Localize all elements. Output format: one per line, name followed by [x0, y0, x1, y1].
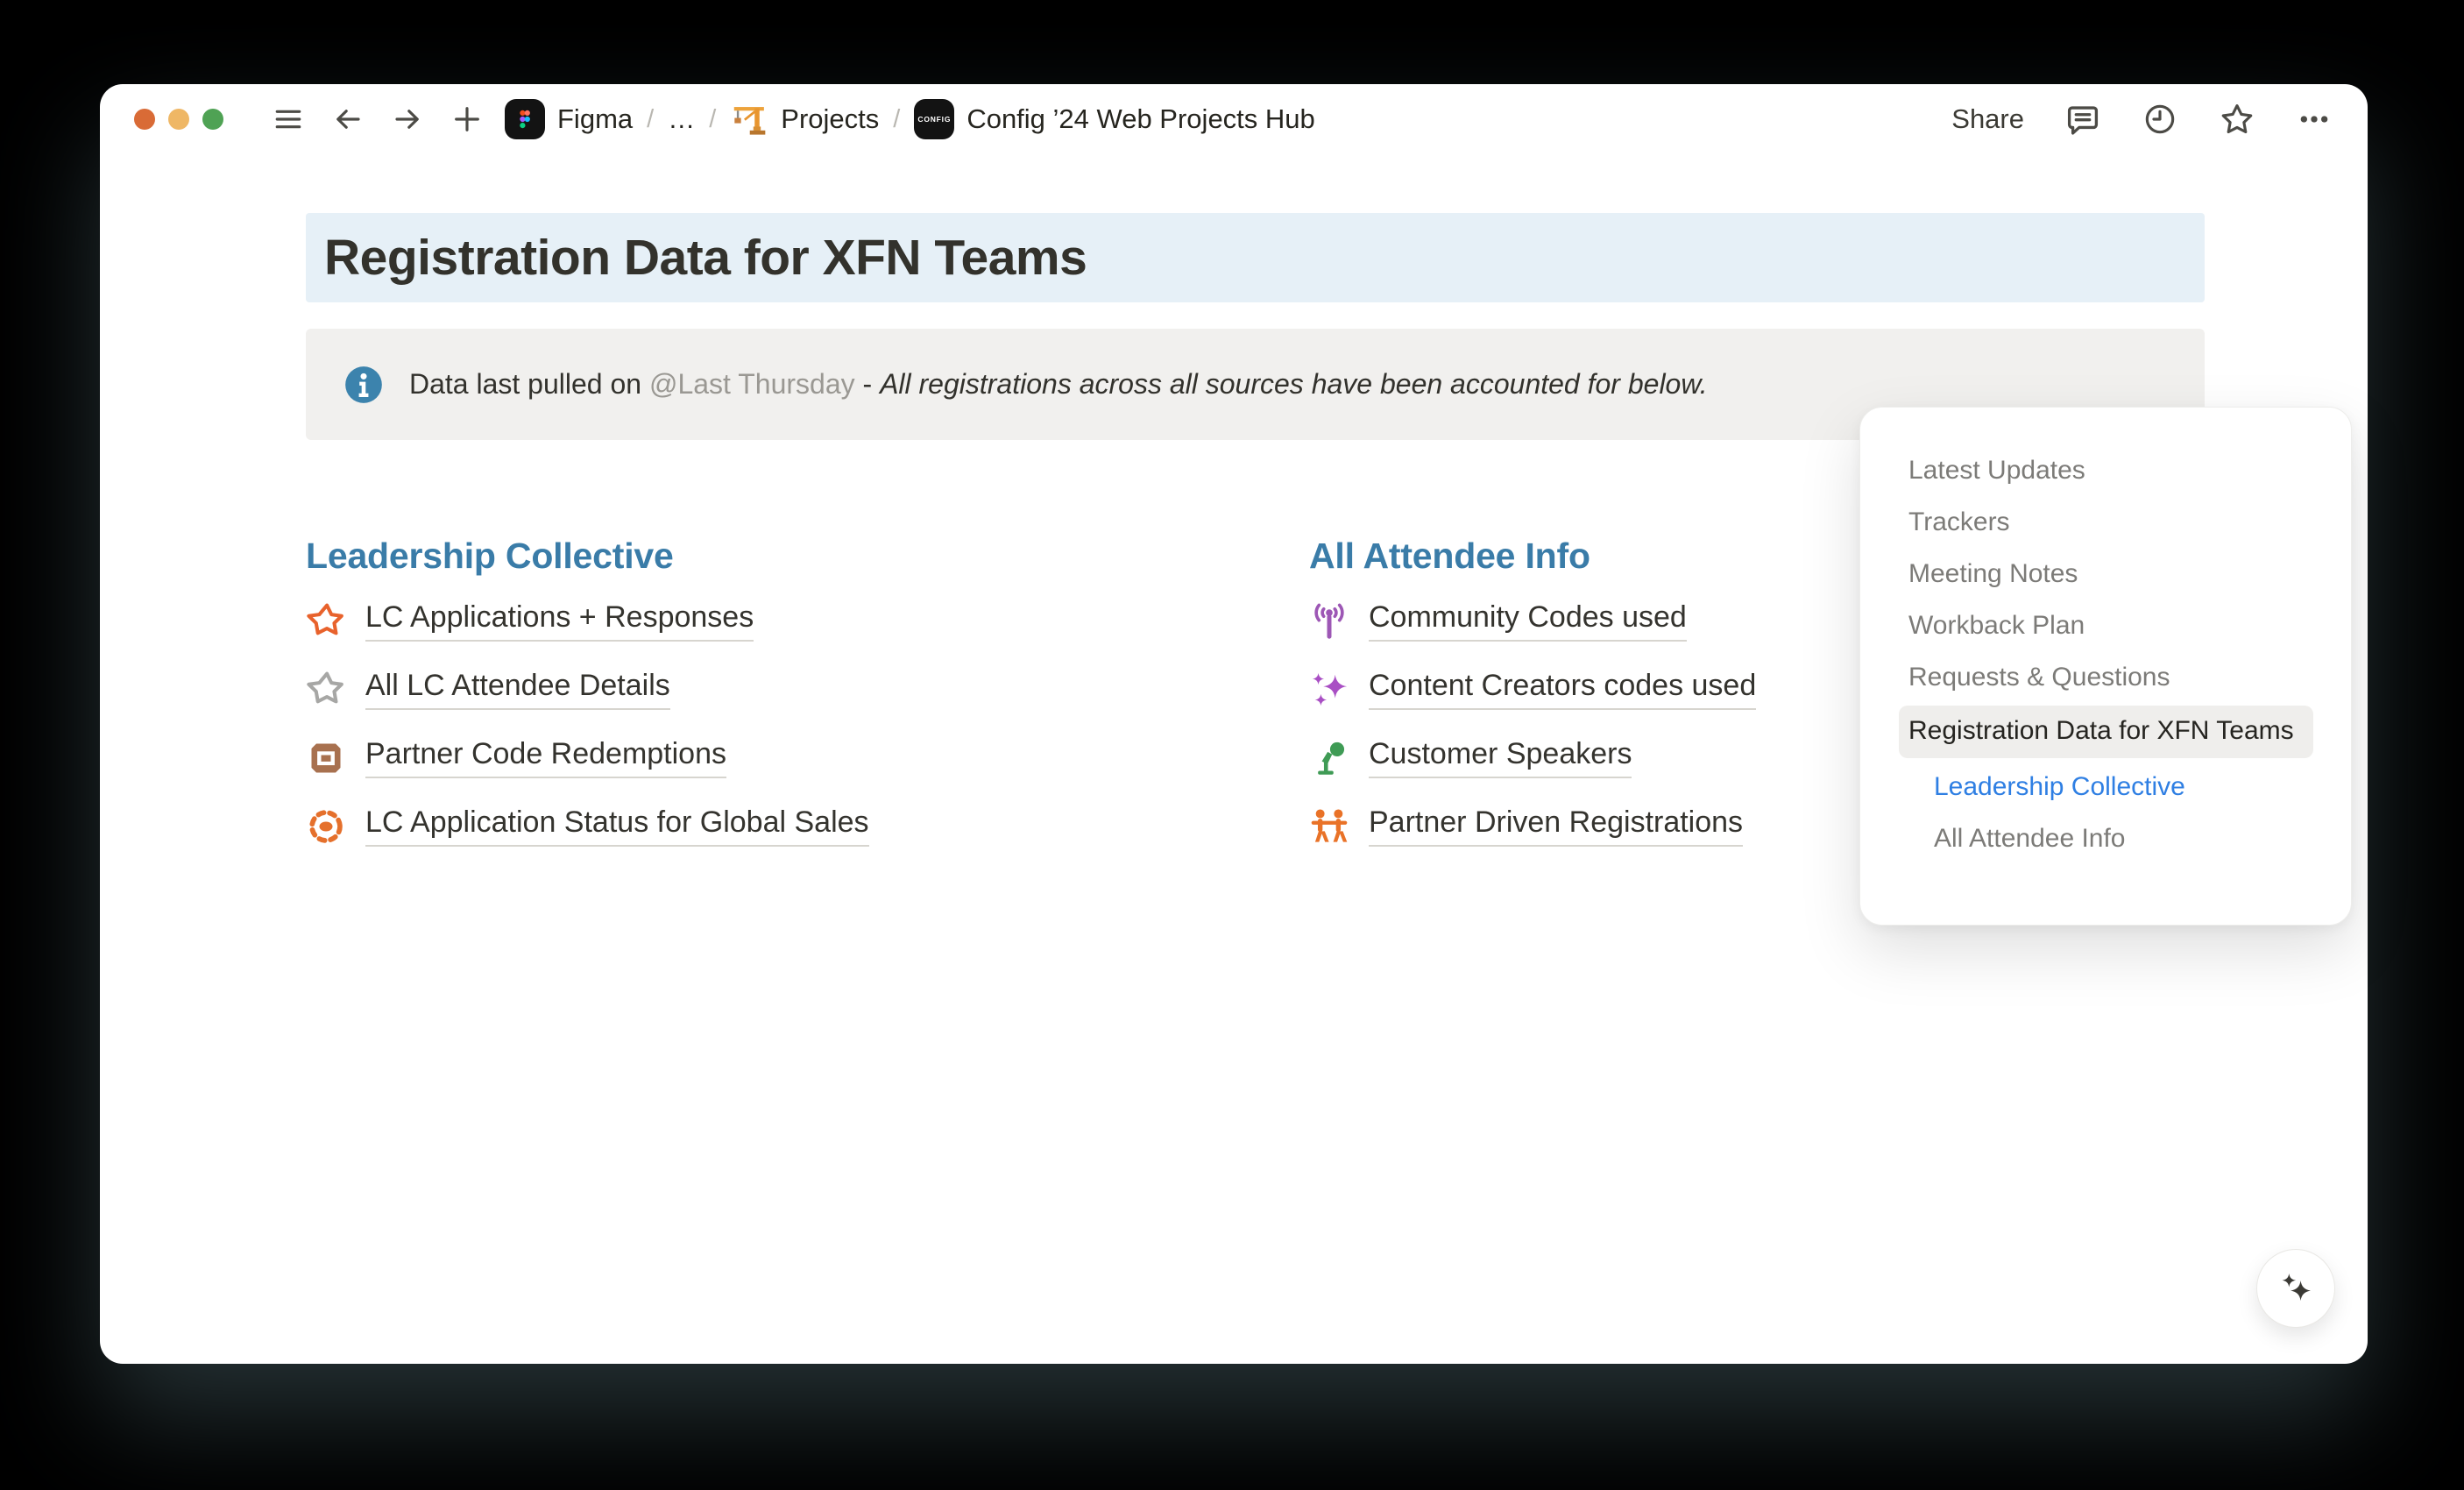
page-link[interactable]: Customer Speakers: [1369, 738, 1632, 778]
more-options-button[interactable]: [2296, 101, 2333, 138]
breadcrumb-collapsed[interactable]: …: [668, 103, 695, 135]
star-icon: [2219, 101, 2255, 138]
history-button[interactable]: [2142, 101, 2178, 138]
plus-icon: [451, 103, 483, 135]
minimize-window-button[interactable]: [168, 109, 189, 130]
toc-item-requests-questions[interactable]: Requests & Questions: [1908, 651, 2316, 703]
section-leadership-collective: Leadership Collective LC Applications + …: [306, 535, 1309, 861]
page-link[interactable]: All LC Attendee Details: [365, 670, 670, 710]
ellipsis-icon: [2297, 102, 2332, 137]
toc-item-meeting-notes[interactable]: Meeting Notes: [1908, 548, 2316, 600]
back-button[interactable]: [331, 103, 365, 136]
callout-date-mention[interactable]: @Last Thursday: [649, 368, 855, 400]
page-link-row[interactable]: Partner Code Redemptions: [306, 724, 1309, 792]
breadcrumb-separator: /: [707, 105, 718, 134]
callout-separator: -: [855, 368, 880, 400]
forward-button[interactable]: [391, 103, 424, 136]
page-link-row[interactable]: All LC Attendee Details: [306, 656, 1309, 724]
purple-sparkles-icon: [1309, 670, 1349, 710]
comment-icon: [2064, 101, 2101, 138]
page-link[interactable]: Partner Driven Registrations: [1369, 806, 1743, 847]
window-toolbar: Figma / … / Projects / CONFIG Config ’24…: [100, 95, 2368, 144]
config-badge-text: CONFIG: [917, 115, 951, 124]
page-link[interactable]: Community Codes used: [1369, 601, 1687, 642]
page-link[interactable]: LC Applications + Responses: [365, 601, 754, 642]
orange-people-icon: [1309, 806, 1349, 847]
clock-icon: [2142, 102, 2177, 137]
breadcrumb: Figma / … / Projects / CONFIG Config ’24…: [505, 99, 1315, 139]
figma-logo-icon: [505, 99, 545, 139]
toc-item-workback-plan[interactable]: Workback Plan: [1908, 600, 2316, 651]
info-icon: [342, 363, 386, 407]
share-button[interactable]: Share: [1951, 103, 2024, 135]
sparkles-icon: [2276, 1268, 2316, 1309]
toc-item-latest-updates[interactable]: Latest Updates: [1908, 444, 2316, 496]
page-link-row[interactable]: LC Application Status for Global Sales: [306, 792, 1309, 861]
breadcrumb-app[interactable]: Figma: [557, 103, 633, 135]
page-link[interactable]: Partner Code Redemptions: [365, 738, 726, 778]
breadcrumb-separator: /: [645, 105, 655, 134]
page-link[interactable]: LC Application Status for Global Sales: [365, 806, 869, 847]
page-title-highlight: Registration Data for XFN Teams: [306, 213, 2205, 302]
orange-star-icon: [306, 601, 346, 642]
breadcrumb-separator: /: [891, 105, 902, 134]
zoom-window-button[interactable]: [202, 109, 223, 130]
page-title: Registration Data for XFN Teams: [324, 229, 1087, 287]
toc-subitem-all-attendee-info[interactable]: All Attendee Info: [1934, 812, 2316, 864]
orange-dotted-circle-icon: [306, 806, 346, 847]
new-tab-button[interactable]: [450, 103, 484, 136]
config-badge-icon: CONFIG: [914, 99, 954, 139]
favorite-button[interactable]: [2219, 101, 2255, 138]
green-microphone-icon: [1309, 738, 1349, 778]
table-of-contents-panel: Latest Updates Trackers Meeting Notes Wo…: [1859, 407, 2352, 926]
callout-text: Data last pulled on: [409, 368, 649, 400]
toc-item-registration-data-active[interactable]: Registration Data for XFN Teams: [1899, 706, 2313, 758]
ai-assistant-button[interactable]: [2256, 1249, 2335, 1328]
close-window-button[interactable]: [134, 109, 155, 130]
toc-item-trackers[interactable]: Trackers: [1908, 496, 2316, 548]
purple-antenna-icon: [1309, 601, 1349, 642]
comments-button[interactable]: [2064, 101, 2101, 138]
sidebar-menu-button[interactable]: [272, 103, 305, 136]
breadcrumb-projects[interactable]: Projects: [781, 103, 879, 135]
arrow-right-icon: [392, 103, 423, 135]
page-link[interactable]: Content Creators codes used: [1369, 670, 1756, 710]
brown-frame-icon: [306, 738, 346, 778]
page-link-row[interactable]: LC Applications + Responses: [306, 587, 1309, 656]
hamburger-icon: [273, 103, 304, 135]
traffic-lights: [134, 109, 223, 130]
callout-note: All registrations across all sources hav…: [880, 368, 1708, 400]
section-heading: Leadership Collective: [306, 535, 1309, 577]
breadcrumb-page-title[interactable]: Config ’24 Web Projects Hub: [966, 103, 1314, 135]
toc-subitem-leadership-collective[interactable]: Leadership Collective: [1934, 761, 2316, 812]
arrow-left-icon: [332, 103, 364, 135]
crane-icon: [730, 100, 768, 138]
gray-star-icon: [306, 670, 346, 710]
app-window: Figma / … / Projects / CONFIG Config ’24…: [100, 84, 2368, 1364]
